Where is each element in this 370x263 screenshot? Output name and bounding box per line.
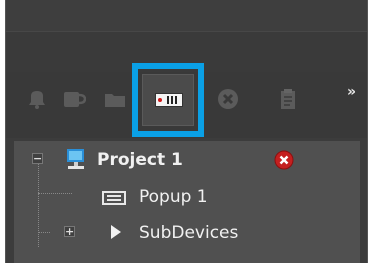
bell-icon[interactable] [24, 87, 50, 111]
tree-row-project[interactable]: − Project 1 [14, 141, 360, 179]
error-icon [274, 150, 294, 170]
panel-header [6, 0, 367, 31]
delete-circle-icon[interactable] [215, 87, 241, 111]
collapse-toggle[interactable]: − [32, 153, 43, 164]
play-triangle-icon [110, 224, 122, 240]
project-icon [64, 148, 88, 172]
highlight-box [132, 63, 204, 137]
expand-toggle[interactable]: + [64, 226, 75, 237]
tree-row-popup[interactable]: Popup 1 [14, 178, 360, 216]
toolbar-overflow-button[interactable]: » [347, 84, 356, 100]
subdevices-label: SubDevices [139, 223, 239, 243]
clipboard-icon[interactable] [275, 87, 301, 111]
cup-icon[interactable] [60, 87, 86, 111]
project-tree: − Project 1 Popup 1 + SubDevices [14, 141, 360, 263]
tree-row-subdevices[interactable]: + SubDevices [14, 216, 360, 254]
folder-icon[interactable] [102, 87, 128, 111]
project-label: Project 1 [97, 150, 183, 170]
popup-label: Popup 1 [139, 187, 208, 207]
popup-icon [102, 190, 126, 205]
